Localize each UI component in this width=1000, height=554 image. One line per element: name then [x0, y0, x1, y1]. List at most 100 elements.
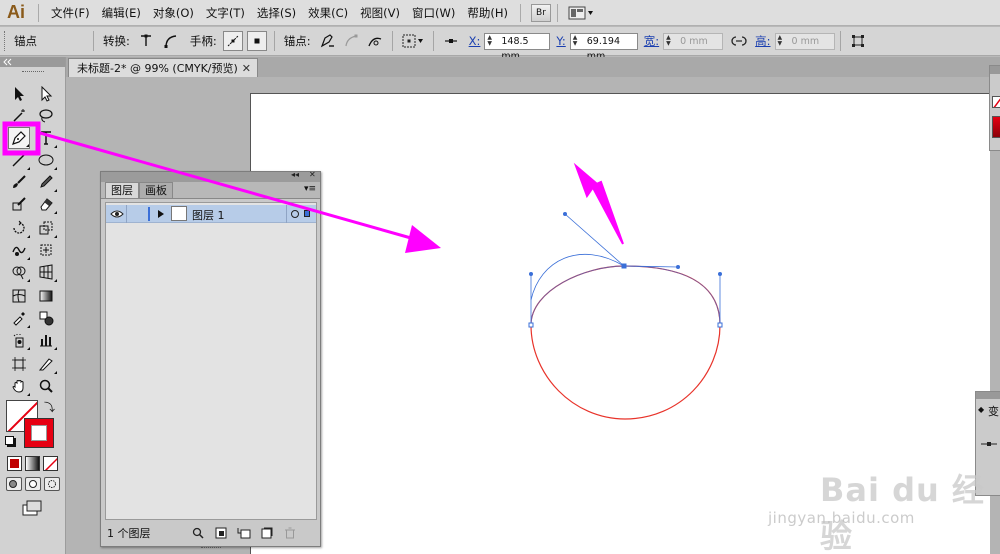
- convert-to-smooth-button[interactable]: [160, 31, 180, 51]
- perspective-grid-tool[interactable]: [35, 261, 57, 283]
- type-tool[interactable]: [35, 127, 57, 149]
- width-field[interactable]: ▲ ▼ 0 mm: [663, 32, 724, 50]
- make-clipping-mask-button[interactable]: [212, 526, 230, 540]
- menu-type[interactable]: 文字(T): [200, 5, 251, 21]
- menu-select[interactable]: 选择(S): [251, 5, 302, 21]
- bridge-button[interactable]: Br: [530, 3, 551, 22]
- ellipse-tool[interactable]: [35, 149, 57, 171]
- selection-indicator[interactable]: [304, 210, 310, 217]
- shape-builder-tool[interactable]: [8, 261, 30, 283]
- constrain-proportions-button[interactable]: [729, 31, 749, 51]
- none-mode-button[interactable]: [43, 456, 58, 471]
- x-label[interactable]: X:: [469, 34, 481, 48]
- stroke-swatch[interactable]: [24, 418, 54, 448]
- menu-file[interactable]: 文件(F): [45, 5, 96, 21]
- menu-object[interactable]: 对象(O): [147, 5, 200, 21]
- remove-anchor-button[interactable]: [317, 31, 337, 51]
- workspace-switcher-button[interactable]: [568, 6, 594, 20]
- artboard-tool[interactable]: [8, 353, 30, 375]
- locate-object-button[interactable]: [189, 526, 207, 540]
- y-position-field[interactable]: ▲ ▼ 69.194 mm: [569, 32, 638, 62]
- swatch-none-slash[interactable]: [992, 96, 1000, 108]
- magic-wand-tool[interactable]: [8, 105, 30, 127]
- width-label[interactable]: 宽:: [644, 33, 659, 49]
- lasso-tool[interactable]: [35, 105, 57, 127]
- layers-list[interactable]: 图层 1: [105, 202, 317, 520]
- draw-normal-button[interactable]: [6, 477, 22, 491]
- tab-artboards[interactable]: 画板: [139, 182, 173, 198]
- eraser-tool[interactable]: [35, 193, 57, 215]
- free-transform-tool[interactable]: [35, 239, 57, 261]
- warp-tool[interactable]: [8, 239, 30, 261]
- collapse-panel-icon[interactable]: [3, 58, 13, 66]
- eye-visibility-icon[interactable]: [110, 209, 124, 219]
- panel-resize-grip[interactable]: [201, 547, 221, 550]
- direct-selection-tool[interactable]: [35, 83, 57, 105]
- hide-handles-button[interactable]: [246, 31, 267, 51]
- x-spinner-icon[interactable]: ▲ ▼: [487, 34, 497, 48]
- y-spinner-icon[interactable]: ▲ ▼: [573, 34, 583, 48]
- swap-fill-stroke-icon[interactable]: ⤵: [44, 399, 55, 415]
- eyedropper-tool[interactable]: [8, 307, 30, 329]
- pencil-tool[interactable]: [35, 171, 57, 193]
- panel-expand-arrow-icon[interactable]: ◆: [978, 405, 984, 414]
- x-position-field[interactable]: ▲ ▼ 148.5 mm: [484, 32, 551, 62]
- menu-edit[interactable]: 编辑(E): [96, 5, 147, 21]
- column-graph-tool[interactable]: [35, 329, 57, 351]
- swatch-red-gradient[interactable]: [992, 116, 1000, 138]
- paintbrush-tool[interactable]: [8, 171, 30, 193]
- blend-tool[interactable]: [35, 307, 57, 329]
- y-label[interactable]: Y:: [556, 34, 565, 48]
- new-layer-button[interactable]: [258, 526, 276, 540]
- document-tab[interactable]: 未标题-2* @ 99% (CMYK/预览) ✕: [68, 58, 258, 77]
- scale-tool[interactable]: [35, 217, 57, 239]
- new-sublayer-button[interactable]: [235, 526, 253, 540]
- draw-behind-button[interactable]: [25, 477, 41, 491]
- mesh-tool[interactable]: [8, 285, 30, 307]
- color-mode-button[interactable]: [7, 456, 22, 471]
- gradient-tool[interactable]: [35, 285, 57, 307]
- height-field[interactable]: ▲ ▼ 0 mm: [774, 32, 835, 50]
- target-circle-icon[interactable]: [290, 209, 300, 219]
- tab-layers[interactable]: 图层: [105, 182, 139, 198]
- tools-panel-header[interactable]: [0, 57, 65, 67]
- delete-layer-button[interactable]: [281, 526, 299, 540]
- layers-panel-titlebar[interactable]: ◂◂ ✕: [101, 170, 320, 182]
- height-spinner-icon[interactable]: ▲ ▼: [778, 34, 788, 48]
- symbol-sprayer-tool[interactable]: [8, 329, 30, 351]
- menu-effect[interactable]: 效果(C): [302, 5, 354, 21]
- expand-layer-icon[interactable]: [157, 210, 165, 218]
- close-layers-panel-icon[interactable]: ✕: [309, 170, 316, 179]
- convert-to-corner-button[interactable]: [136, 31, 156, 51]
- width-spinner-icon[interactable]: ▲ ▼: [666, 34, 676, 48]
- connect-anchors-button[interactable]: [341, 31, 361, 51]
- draw-inside-button[interactable]: [44, 477, 60, 491]
- layer-row[interactable]: 图层 1: [106, 205, 316, 223]
- rotate-tool[interactable]: [8, 217, 30, 239]
- panel-menu-icon[interactable]: ▾≡: [304, 184, 316, 194]
- blob-brush-tool[interactable]: [8, 193, 30, 215]
- menu-help[interactable]: 帮助(H): [461, 5, 514, 21]
- align-anchor-button[interactable]: [441, 31, 461, 51]
- show-handles-button[interactable]: [222, 31, 243, 51]
- menu-view[interactable]: 视图(V): [354, 5, 406, 21]
- pen-tool[interactable]: [8, 127, 30, 149]
- default-colors-icon[interactable]: [5, 436, 14, 445]
- transform-button[interactable]: [848, 31, 868, 51]
- screen-mode-button[interactable]: [21, 500, 43, 516]
- lock-toggle-cell[interactable]: [127, 205, 147, 223]
- cut-path-button[interactable]: [365, 31, 385, 51]
- selection-tool[interactable]: [8, 83, 30, 105]
- zoom-tool[interactable]: [35, 375, 57, 397]
- reference-point-button[interactable]: [400, 31, 426, 51]
- menu-window[interactable]: 窗口(W): [406, 5, 461, 21]
- swatch-panel-collapsed[interactable]: [989, 65, 1000, 151]
- hand-tool[interactable]: [8, 375, 30, 397]
- height-label[interactable]: 高:: [755, 33, 770, 49]
- close-document-icon[interactable]: ✕: [242, 62, 251, 75]
- slice-tool[interactable]: [35, 353, 57, 375]
- line-segment-tool[interactable]: [8, 149, 30, 171]
- gradient-mode-button[interactable]: [25, 456, 40, 471]
- layer-name[interactable]: 图层 1: [192, 207, 225, 223]
- collapse-layers-panel-icon[interactable]: ◂◂: [291, 170, 299, 179]
